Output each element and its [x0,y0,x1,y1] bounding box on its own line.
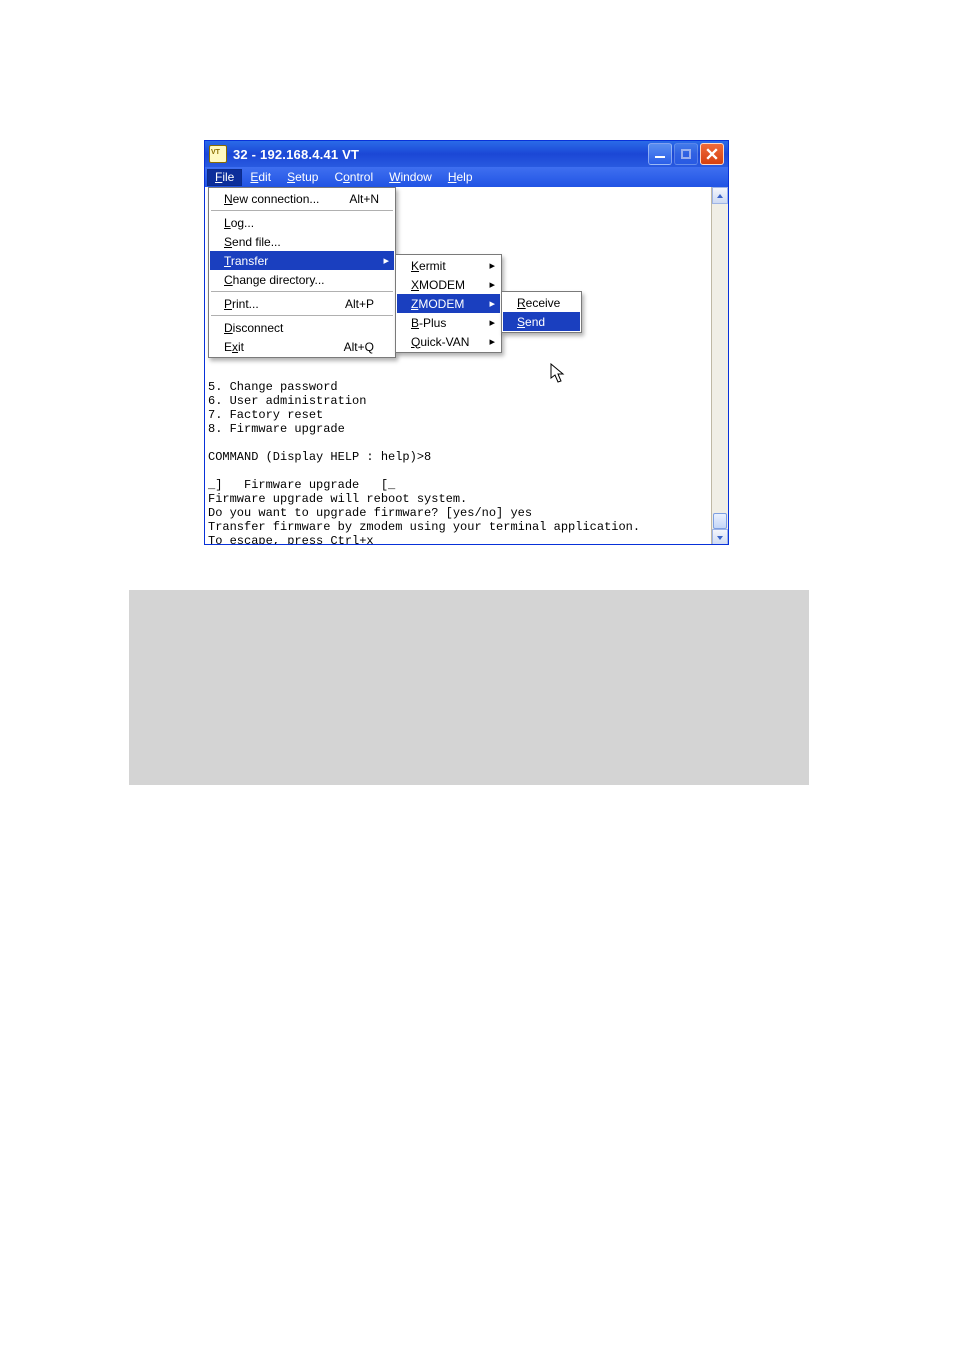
transfer-submenu: Kermit XMODEM ZMODEM B-Plus Quick-VAN [395,254,502,353]
terminal-line: 8. Firmware upgrade [208,422,345,436]
gray-block [129,590,809,785]
terminal-line: _] Firmware upgrade [_ [208,478,395,492]
menu-setup[interactable]: Setup [279,169,326,186]
menu-item-xmodem[interactable]: XMODEM [397,275,500,294]
vertical-scrollbar[interactable] [711,187,728,545]
hotkey: Alt+P [315,297,374,311]
menu-item-zmodem[interactable]: ZMODEM [397,294,500,313]
menu-item-disconnect[interactable]: Disconnect [210,318,394,337]
terminal-line: COMMAND (Display HELP : help)>8 [208,450,431,464]
hotkey: Alt+Q [314,340,374,354]
menu-window[interactable]: Window [381,169,440,186]
scroll-thumb[interactable] [713,513,727,529]
scroll-down-button[interactable] [712,529,728,545]
menu-item-exit[interactable]: Exit Alt+Q [210,337,394,356]
separator [211,210,393,211]
terminal-line: Do you want to upgrade firmware? [yes/no… [208,506,532,520]
menu-item-kermit[interactable]: Kermit [397,256,500,275]
menu-item-send[interactable]: Send [503,312,580,331]
scroll-track[interactable] [712,204,728,529]
menu-item-bplus[interactable]: B-Plus [397,313,500,332]
menu-item-receive[interactable]: Receive [503,293,580,312]
menu-item-change-directory[interactable]: Change directory... [210,270,394,289]
menubar: File Edit Setup Control Window Help [205,167,728,187]
app-icon [209,145,227,163]
terminal-line: 6. User administration [208,394,366,408]
terminal-line: Transfer firmware by zmodem using your t… [208,520,640,534]
menu-item-new-connection[interactable]: New connection... Alt+N [210,189,394,208]
menu-item-print[interactable]: Print... Alt+P [210,294,394,313]
separator [211,315,393,316]
window-buttons [648,143,724,165]
separator [211,291,393,292]
close-button[interactable] [700,143,724,165]
client-area: 5. Change password 6. User administratio… [205,187,728,545]
terminal-line: 5. Change password [208,380,338,394]
menu-control[interactable]: Control [326,169,381,186]
file-dropdown: New connection... Alt+N Log... Send file… [208,187,396,358]
menu-item-log[interactable]: Log... [210,213,394,232]
menu-help[interactable]: Help [440,169,481,186]
menu-file[interactable]: File [207,169,242,186]
titlebar[interactable]: 32 - 192.168.4.41 VT [205,141,728,167]
window-title: 32 - 192.168.4.41 VT [233,147,648,162]
terminal-line: Firmware upgrade will reboot system. [208,492,467,506]
terminal-line: To escape, press Ctrl+x [208,534,374,545]
menu-edit[interactable]: Edit [242,169,279,186]
minimize-button[interactable] [648,143,672,165]
menu-item-send-file[interactable]: Send file... [210,232,394,251]
hotkey: Alt+N [319,192,379,206]
zmodem-submenu: Receive Send [501,291,582,333]
application-window: 32 - 192.168.4.41 VT File Edit Setup Con… [204,140,729,545]
maximize-button[interactable] [674,143,698,165]
menu-item-quickvan[interactable]: Quick-VAN [397,332,500,351]
terminal-line: 7. Factory reset [208,408,323,422]
scroll-up-button[interactable] [712,187,728,204]
menu-item-transfer[interactable]: Transfer [210,251,394,270]
